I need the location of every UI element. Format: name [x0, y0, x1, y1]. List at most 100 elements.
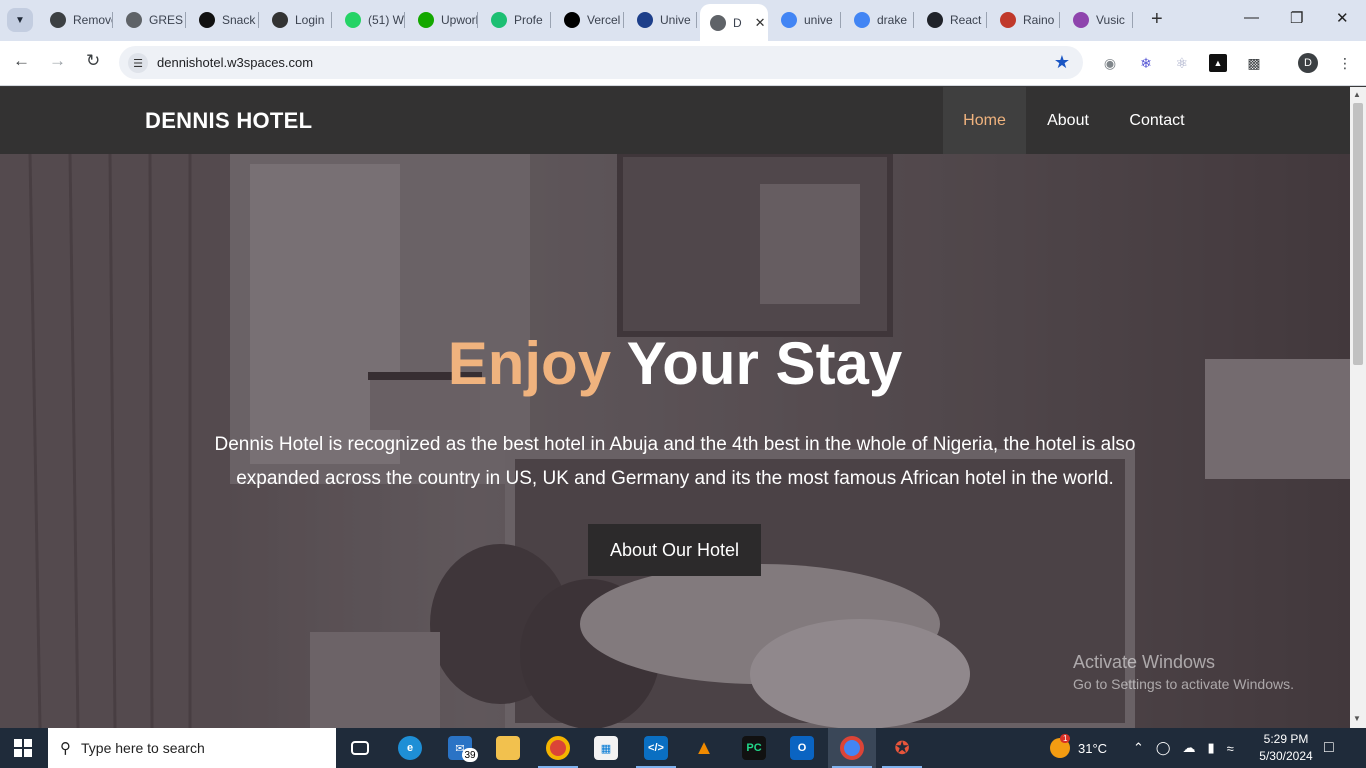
new-tab-button[interactable]: +: [1151, 9, 1163, 29]
about-our-hotel-button[interactable]: About Our Hotel: [588, 524, 761, 576]
snowflake-extension-icon[interactable]: ❄: [1137, 54, 1155, 72]
wifi-icon[interactable]: ≈: [1227, 741, 1234, 756]
tab-separator: [112, 12, 113, 28]
nav-link-contact[interactable]: Contact: [1110, 87, 1204, 154]
hero-description: Dennis Hotel is recognized as the best h…: [214, 434, 1136, 489]
browser-tab[interactable]: unive: [771, 6, 841, 34]
extensions-puzzle-icon[interactable]: ▩: [1245, 54, 1263, 72]
minimize-button[interactable]: —: [1244, 9, 1259, 26]
browser-tab[interactable]: GRES: [116, 6, 186, 34]
battery-icon[interactable]: ▮: [1207, 740, 1214, 756]
site-brand[interactable]: DENNIS HOTEL: [145, 108, 312, 134]
vscode-icon: </>: [644, 736, 668, 760]
browser-tab-title: GRES: [149, 13, 184, 27]
taskbar-mail[interactable]: ✉ 39: [436, 728, 484, 768]
browser-tab[interactable]: Login: [262, 6, 332, 34]
browser-tab[interactable]: Raino: [990, 6, 1060, 34]
start-button[interactable]: [14, 739, 32, 757]
weather-widget[interactable]: 1 31°C: [1050, 728, 1107, 768]
scroll-thumb[interactable]: [1353, 103, 1363, 365]
forward-button[interactable]: →: [49, 51, 66, 71]
close-window-button[interactable]: ✕: [1336, 9, 1349, 27]
taskbar-store[interactable]: ▦: [582, 728, 630, 768]
browser-toolbar: ← → ↻ ☰ dennishotel.w3spaces.com ★ ◉ ❄ ⚛…: [0, 41, 1366, 86]
scroll-up-arrow-icon[interactable]: ▲: [1353, 90, 1361, 99]
meet-now-icon[interactable]: ◯: [1156, 740, 1171, 756]
site-info-icon[interactable]: ☰: [128, 53, 148, 73]
close-tab-icon[interactable]: ✕: [755, 15, 766, 31]
browser-tab[interactable]: Snack: [189, 6, 259, 34]
react-devtools-icon[interactable]: ⚛: [1173, 54, 1191, 72]
taskbar-chrome-profile[interactable]: [534, 728, 582, 768]
edge-icon: e: [398, 736, 422, 760]
back-button[interactable]: ←: [13, 51, 30, 71]
site-navbar: DENNIS HOTEL Home About Contact: [0, 87, 1350, 154]
hero-title-accent: Enjoy: [447, 330, 612, 397]
google-icon: [781, 12, 797, 28]
browser-tab-title: D: [733, 15, 742, 30]
browser-tab[interactable]: Unive: [627, 6, 697, 34]
tray-overflow-icon[interactable]: ⌃: [1133, 740, 1144, 756]
taskbar-clock[interactable]: 5:29 PM 5/30/2024: [1251, 731, 1321, 765]
browser-tab[interactable]: drake: [844, 6, 914, 34]
nav-link-about[interactable]: About: [1026, 87, 1110, 154]
notification-center-icon[interactable]: □: [1324, 728, 1334, 768]
browser-tab[interactable]: Remove: [40, 6, 113, 34]
page-viewport: DENNIS HOTEL Home About Contact Enjoy Yo…: [0, 87, 1350, 728]
pycharm-icon: PC: [742, 736, 766, 760]
task-view-button[interactable]: [336, 728, 384, 768]
hot-icon: [1000, 12, 1016, 28]
activate-windows-title: Activate Windows: [1073, 652, 1216, 672]
taskbar-git-app[interactable]: ✪: [878, 728, 926, 768]
browser-tab[interactable]: (51) W: [335, 6, 405, 34]
openai-icon: [50, 12, 66, 28]
bookmark-star-icon[interactable]: ★: [1054, 52, 1070, 73]
profile-avatar[interactable]: D: [1298, 53, 1318, 73]
restore-button[interactable]: ❐: [1290, 9, 1303, 27]
browser-tab-title: Login: [295, 13, 325, 27]
browser-tab-title: Vusic: [1096, 13, 1125, 27]
store-icon: ▦: [594, 736, 618, 760]
url-text[interactable]: dennishotel.w3spaces.com: [157, 55, 313, 70]
page-scrollbar[interactable]: ▲ ▼: [1350, 87, 1366, 728]
browser-tab[interactable]: Profe: [481, 6, 551, 34]
address-bar[interactable]: ☰ dennishotel.w3spaces.com ★: [119, 46, 1083, 79]
taskbar-pycharm[interactable]: PC: [730, 728, 778, 768]
vusic-icon: [1073, 12, 1089, 28]
reload-button[interactable]: ↻: [86, 51, 100, 71]
menu-dots-icon[interactable]: ⋮: [1336, 54, 1354, 72]
taskbar-edge[interactable]: e: [386, 728, 434, 768]
nav-link-home[interactable]: Home: [943, 87, 1026, 154]
browser-tab-title: Remove: [73, 13, 113, 27]
fiverr-icon: [491, 12, 507, 28]
scroll-down-arrow-icon[interactable]: ▼: [1353, 714, 1361, 723]
cube-icon: [272, 12, 288, 28]
browser-tab[interactable]: React: [917, 6, 987, 34]
taskbar-search-box[interactable]: ⚲ Type here to search: [48, 728, 336, 768]
task-view-icon: [351, 741, 369, 755]
clock-date: 5/30/2024: [1259, 749, 1313, 763]
taskbar-vscode[interactable]: </>: [632, 728, 680, 768]
chevron-down-icon: ▼: [15, 14, 25, 26]
browser-tab[interactable]: Vusic: [1063, 6, 1133, 34]
taskbar-vlc[interactable]: ▲: [680, 728, 728, 768]
tab-separator: [986, 12, 987, 28]
tab-separator: [404, 12, 405, 28]
browser-tab[interactable]: Vercel: [554, 6, 624, 34]
onedrive-cloud-icon[interactable]: ☁: [1182, 740, 1195, 756]
taskbar-file-explorer[interactable]: [484, 728, 532, 768]
camera-extension-icon[interactable]: ◉: [1101, 54, 1119, 72]
vercel-extension-icon[interactable]: ▲: [1209, 54, 1227, 72]
taskbar-outlook[interactable]: O: [778, 728, 826, 768]
globe-icon: [710, 14, 726, 31]
taskbar-chrome[interactable]: [828, 728, 876, 768]
browser-tab[interactable]: D ✕: [700, 4, 768, 41]
tab-search-button[interactable]: ▼: [7, 8, 33, 32]
google-icon: [854, 12, 870, 28]
snack-icon: [199, 12, 215, 28]
hero-title-rest: Your Stay: [626, 330, 903, 397]
whatsapp-icon: [345, 12, 361, 28]
browser-tab[interactable]: Upwork: [408, 6, 478, 34]
activate-windows-subtitle: Go to Settings to activate Windows.: [1073, 676, 1294, 692]
tab-separator: [696, 12, 697, 28]
